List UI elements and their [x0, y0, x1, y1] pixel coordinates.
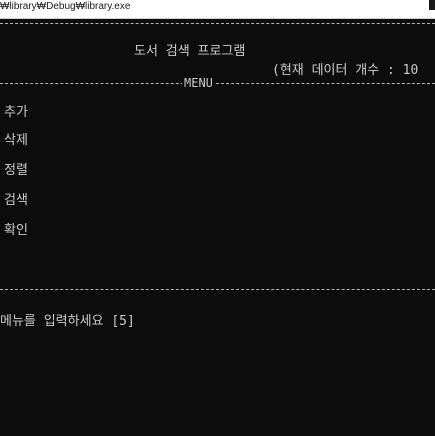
menu-divider — [0, 83, 435, 84]
menu-item-add: 추가 — [4, 105, 28, 120]
console-window: ₩library₩Debug₩library.exe 도서 검색 프로그램 (현… — [0, 0, 435, 436]
close-icon[interactable] — [429, 0, 435, 10]
console-output[interactable]: 도서 검색 프로그램 (현재 데이터 개수 : 10 MENU 추가 삭제 정렬… — [0, 19, 435, 436]
menu-item-sort: 정렬 — [4, 163, 28, 178]
menu-label: MENU — [182, 76, 215, 90]
menu-item-search: 검색 — [4, 193, 28, 208]
menu-input-prompt: 메뉴를 입력하세요 [5] — [0, 314, 135, 329]
program-title: 도서 검색 프로그램 — [134, 44, 246, 59]
data-count-text: (현재 데이터 개수 : 10 — [272, 63, 419, 78]
bottom-divider — [0, 289, 435, 290]
menu-item-delete: 삭제 — [4, 133, 28, 148]
menu-item-check: 확인 — [4, 223, 28, 238]
window-titlebar[interactable]: ₩library₩Debug₩library.exe — [0, 0, 435, 19]
top-divider — [0, 23, 435, 24]
window-title: ₩library₩Debug₩library.exe — [0, 1, 131, 12]
